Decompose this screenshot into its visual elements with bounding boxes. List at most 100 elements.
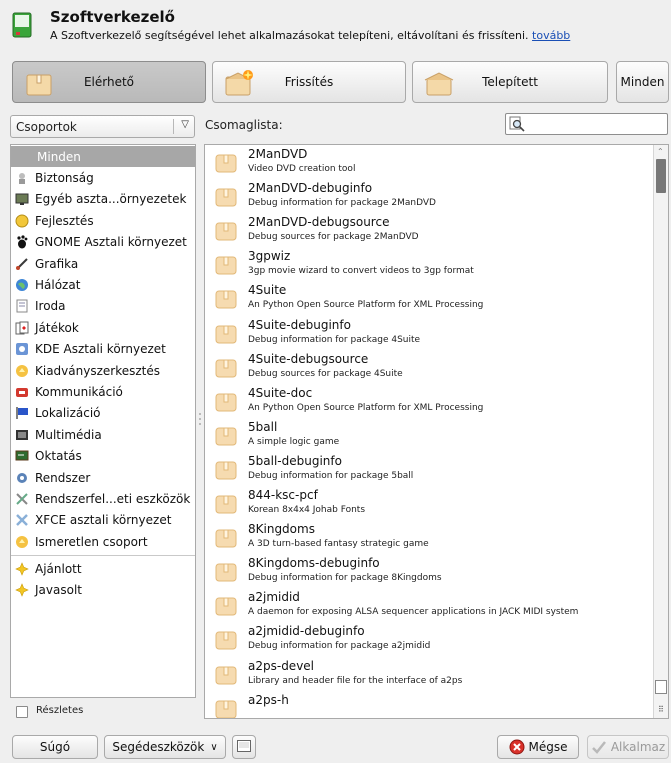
package-description: A simple logic game bbox=[248, 436, 340, 447]
package-icon bbox=[215, 254, 237, 276]
package-row[interactable]: 4Suite-debugsource Debug sources for pack… bbox=[205, 351, 654, 385]
package-icon bbox=[215, 527, 237, 549]
games-icon bbox=[15, 321, 29, 335]
group-item-localization[interactable]: Lokalizáció bbox=[11, 403, 195, 424]
group-item-suggested[interactable]: Javasolt bbox=[11, 579, 195, 600]
package-name: a2jmidid bbox=[248, 590, 300, 605]
package-row[interactable]: a2ps-devel Library and header file for th… bbox=[205, 658, 654, 692]
group-item-multimedia[interactable]: Multimédia bbox=[11, 424, 195, 445]
tools-dropdown-button[interactable]: Segédeszközök ∨ bbox=[104, 735, 226, 759]
vertical-scrollbar[interactable]: ⌃ ⠿ bbox=[653, 145, 668, 718]
package-description: An Python Open Source Platform for XML P… bbox=[248, 402, 484, 413]
apply-button[interactable]: Alkalmaz bbox=[587, 735, 669, 759]
package-description: Korean 8x4x4 Johab Fonts bbox=[248, 505, 366, 515]
office-icon bbox=[15, 299, 29, 313]
package-icon bbox=[215, 186, 237, 208]
package-row[interactable]: 2ManDVD-debuginfo Debug information for p… bbox=[205, 180, 654, 214]
system-icon bbox=[15, 471, 29, 485]
package-name: 5ball bbox=[248, 419, 278, 434]
more-link[interactable]: tovább bbox=[532, 29, 570, 42]
groups-combobox[interactable]: Csoportok ▽ bbox=[10, 115, 195, 138]
group-item-network[interactable]: Hálózat bbox=[11, 274, 195, 295]
terminal-button[interactable] bbox=[232, 735, 256, 759]
package-row[interactable]: a2jmidid-debuginfo Debug information for … bbox=[205, 623, 654, 657]
package-row[interactable]: 2ManDVD Video DVD creation tool bbox=[205, 146, 654, 180]
package-list-label: Csomaglista: bbox=[205, 118, 283, 132]
package-description: 3gp movie wizard to convert videos to 3g… bbox=[248, 266, 474, 277]
app-description: A Szoftverkezelő segítségével lehet alka… bbox=[50, 29, 571, 42]
group-item-kde[interactable]: KDE Asztali környezet bbox=[11, 339, 195, 360]
package-row[interactable]: a2jmidid A daemon for exposing ALSA seque… bbox=[205, 589, 654, 623]
package-name: 4Suite-debuginfo bbox=[248, 317, 351, 332]
education-icon bbox=[15, 449, 29, 463]
package-row[interactable]: 8Kingdoms A 3D turn-based fantasy strateg… bbox=[205, 521, 654, 555]
package-row[interactable]: 844-ksc-pcf Korean 8x4x4 Johab Fonts bbox=[205, 487, 654, 521]
help-button[interactable]: Súgó bbox=[12, 735, 98, 759]
group-item-system[interactable]: Rendszer bbox=[11, 467, 195, 488]
package-name: 2ManDVD-debugsource bbox=[248, 215, 390, 230]
package-icon bbox=[215, 357, 237, 379]
group-item-communication[interactable]: Kommunikáció bbox=[11, 381, 195, 402]
group-item-unknown[interactable]: Ismeretlen csoport bbox=[11, 531, 195, 552]
package-row[interactable]: 4Suite-debuginfo Debug information for pa… bbox=[205, 317, 654, 351]
package-row[interactable]: 2ManDVD-debugsource Debug sources for pac… bbox=[205, 214, 654, 248]
group-item-admin-tools[interactable]: Rendszerfel...eti eszközök bbox=[11, 488, 195, 509]
package-description: Library and header file for the interfac… bbox=[248, 675, 463, 686]
package-icon bbox=[215, 220, 237, 242]
group-item-education[interactable]: Oktatás bbox=[11, 446, 195, 467]
group-item-xfce[interactable]: XFCE asztali környezet bbox=[11, 510, 195, 531]
package-row[interactable]: 5ball-debuginfo Debug information for pac… bbox=[205, 453, 654, 487]
package-name: 5ball-debuginfo bbox=[248, 453, 342, 468]
package-row[interactable]: 4Suite-doc An Python Open Source Platform… bbox=[205, 385, 654, 419]
tab-available[interactable]: Elérhető bbox=[12, 61, 206, 103]
group-item-graphics[interactable]: Grafika bbox=[11, 253, 195, 274]
group-item-recommended[interactable]: Ajánlott bbox=[11, 558, 195, 579]
group-item-development[interactable]: Fejlesztés bbox=[11, 210, 195, 231]
package-icon bbox=[215, 664, 237, 686]
cancel-icon bbox=[509, 739, 525, 755]
chevron-down-icon: ▽ bbox=[181, 119, 189, 130]
group-item-gnome[interactable]: GNOME Asztali környezet bbox=[11, 232, 195, 253]
scroll-up-icon[interactable]: ⌃ bbox=[657, 147, 664, 156]
tab-installed[interactable]: Telepített bbox=[412, 61, 608, 103]
group-item-games[interactable]: Játékok bbox=[11, 317, 195, 338]
xfce-icon bbox=[15, 513, 29, 527]
star-icon bbox=[15, 561, 29, 576]
group-item-publishing[interactable]: Kiadványszerkesztés bbox=[11, 360, 195, 381]
group-item-all[interactable]: Minden bbox=[11, 146, 195, 168]
package-name: 2ManDVD bbox=[248, 147, 308, 161]
package-name: a2ps-devel bbox=[248, 658, 315, 673]
package-row[interactable]: 3gpwiz 3gp movie wizard to convert videos… bbox=[205, 248, 654, 282]
publishing-icon bbox=[15, 364, 29, 378]
splitter-handle[interactable] bbox=[198, 412, 202, 426]
package-row[interactable]: 8Kingdoms-debuginfo Debug information for… bbox=[205, 555, 654, 589]
package-name: 4Suite-doc bbox=[248, 385, 313, 400]
details-checkbox[interactable] bbox=[16, 706, 28, 718]
localization-icon bbox=[15, 406, 29, 420]
package-name: 4Suite bbox=[248, 283, 287, 298]
resize-grip-icon: ⠿ bbox=[658, 705, 664, 714]
package-description: An Python Open Source Platform for XML P… bbox=[248, 300, 484, 311]
package-description: A 3D turn-based fantasy strategic game bbox=[248, 539, 429, 550]
package-description: Video DVD creation tool bbox=[248, 164, 356, 174]
package-name: a2jmidid-debuginfo bbox=[248, 624, 365, 639]
tab-updates[interactable]: Frissítés bbox=[212, 61, 406, 103]
group-item-office[interactable]: Iroda bbox=[11, 296, 195, 317]
groups-list: Minden Biztonság Egyéb aszta...örnyezete… bbox=[10, 144, 196, 698]
package-description: A daemon for exposing ALSA sequencer app… bbox=[248, 607, 579, 618]
grip-icon[interactable] bbox=[655, 680, 667, 694]
package-row[interactable]: a2ps-h bbox=[205, 692, 654, 718]
app-icon bbox=[12, 12, 32, 38]
security-icon bbox=[15, 171, 29, 185]
scrollbar-thumb[interactable] bbox=[656, 159, 666, 193]
group-item-security[interactable]: Biztonság bbox=[11, 167, 195, 188]
cancel-button[interactable]: Mégse bbox=[497, 735, 579, 759]
package-row[interactable]: 5ball A simple logic game bbox=[205, 419, 654, 453]
package-description: Debug information for package 8Kingdoms bbox=[248, 573, 442, 584]
package-row[interactable]: 4Suite An Python Open Source Platform for… bbox=[205, 282, 654, 316]
communication-icon bbox=[15, 385, 29, 399]
package-icon bbox=[215, 698, 237, 718]
search-input[interactable] bbox=[505, 113, 668, 135]
tab-all[interactable]: Minden bbox=[616, 61, 669, 103]
group-item-other-desktops[interactable]: Egyéb aszta...örnyezetek bbox=[11, 189, 195, 210]
